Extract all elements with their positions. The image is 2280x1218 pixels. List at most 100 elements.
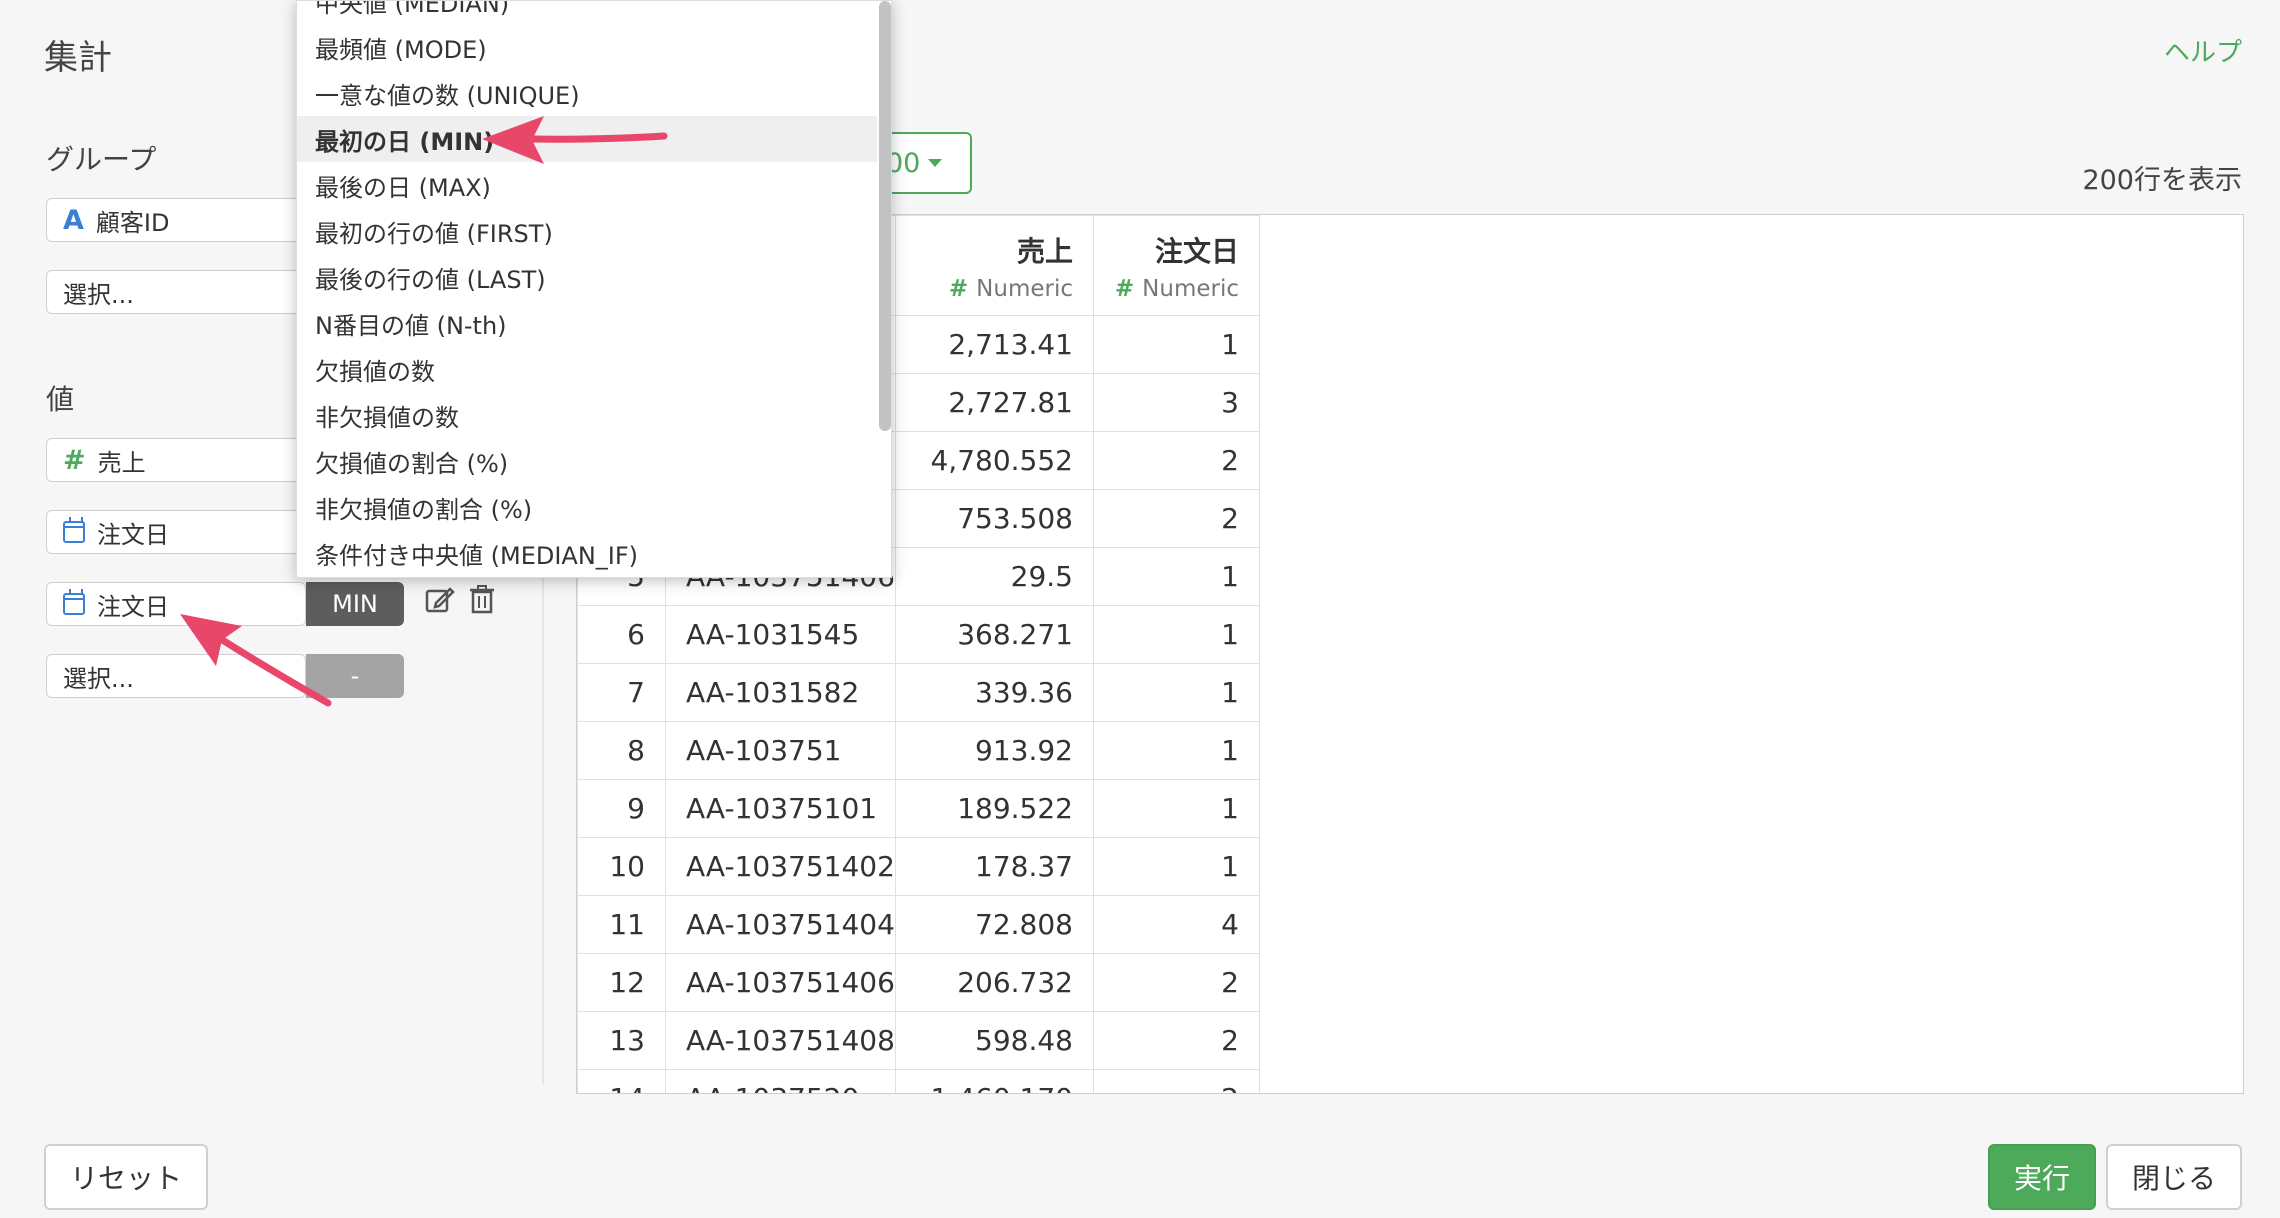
sales-cell: 913.92 (895, 721, 1094, 780)
order-date-cell: 1 (1093, 547, 1260, 606)
calendar-icon (63, 517, 85, 543)
sales-cell: 1,460.170 (895, 1069, 1094, 1093)
sales-cell: 598.48 (895, 1011, 1094, 1070)
customer-id-cell: AA-1037520 (665, 1069, 896, 1093)
order-date-cell: 4 (1093, 895, 1260, 954)
table-row: 8 AA-103751 913.92 1 (577, 721, 1260, 780)
menu-item[interactable]: 中央値 (MEDIAN) (297, 1, 877, 24)
order-date-cell: 1 (1093, 779, 1260, 838)
table-row: 11 AA-103751404 72.808 4 (577, 895, 1260, 954)
column-type-label: Numeric (976, 275, 1073, 302)
order-date-cell: 1 (1093, 721, 1260, 780)
customer-id-cell: AA-1031545 (665, 605, 896, 664)
table-row: 14AA-10375201,460.1702 (577, 1069, 1260, 1093)
group-field-select[interactable]: 選択... (46, 270, 306, 314)
hash-icon: # (1114, 275, 1135, 302)
menu-item[interactable]: 欠損値の数 (297, 346, 877, 392)
value-field-order-date[interactable]: 注文日 (46, 510, 306, 554)
table-row: 9 AA-10375101 189.522 1 (577, 779, 1260, 838)
customer-id-cell: AA-103751408 (665, 1011, 896, 1070)
header-order-date[interactable]: 注文日 # Numeric (1093, 215, 1260, 316)
run-button[interactable]: 実行 (1988, 1144, 2096, 1210)
aggregation-button-empty[interactable]: - (306, 654, 404, 698)
customer-id-cell: AA-10375101 (665, 779, 896, 838)
menu-item[interactable]: 一意な値の数 (UNIQUE) (297, 70, 877, 116)
aggregation-button[interactable]: MIN (306, 582, 404, 626)
menu-item[interactable]: 最後の行の値 (LAST) (297, 254, 877, 300)
row-count-label: 200行を表示 (2082, 165, 2242, 196)
row-number-cell: 12 (577, 953, 666, 1012)
order-date-cell: 2 (1093, 431, 1260, 490)
calendar-icon (63, 589, 85, 615)
menu-item[interactable]: 非欠損値の割合 (%) (297, 484, 877, 530)
order-date-cell: 2 (1093, 953, 1260, 1012)
customer-id-cell: AA-103751406 (665, 953, 896, 1012)
column-type: # Numeric (1094, 276, 1239, 302)
sales-cell: 206.732 (895, 953, 1094, 1012)
menu-item[interactable]: 条件付き中央値 (MEDIAN_IF) (297, 530, 877, 576)
hash-icon: # (948, 275, 969, 302)
trash-icon[interactable] (468, 584, 496, 623)
order-date-cell: 3 (1093, 373, 1260, 432)
order-date-cell: 1 (1093, 605, 1260, 664)
customer-id-cell: AA-103751404 (665, 895, 896, 954)
order-date-cell: 2 (1093, 489, 1260, 548)
order-date-cell: 2 (1093, 1011, 1260, 1070)
value-field-select[interactable]: 選択... (46, 654, 306, 698)
group-select-placeholder: 選択... (63, 280, 134, 309)
sales-cell: 4,780.552 (895, 431, 1094, 490)
group-section-label: グループ (46, 143, 157, 176)
row-number-cell: 9 (577, 779, 666, 838)
sales-cell: 2,727.81 (895, 373, 1094, 432)
row-number-cell: 14 (577, 1069, 666, 1093)
value-section-label: 値 (46, 383, 75, 416)
menu-item[interactable]: 最初の行の値 (FIRST) (297, 208, 877, 254)
group-field-label: 顧客ID (95, 208, 170, 237)
help-link[interactable]: ヘルプ (2164, 32, 2242, 69)
menu-item[interactable]: 最後の日 (MAX) (297, 162, 877, 208)
header-sales[interactable]: 売上 # Numeric (895, 215, 1094, 316)
order-date-cell: 1 (1093, 315, 1260, 374)
menu-item[interactable]: N番目の値 (N-th) (297, 300, 877, 346)
value-field-order-date-min[interactable]: 注文日 (46, 582, 306, 626)
column-name: 注文日 (1154, 234, 1239, 268)
value-field-sales[interactable]: # 売上 (46, 438, 306, 482)
order-date-cell: 1 (1093, 837, 1260, 896)
group-field-customer-id[interactable]: A 顧客ID (46, 198, 306, 242)
value-select-placeholder: 選択... (63, 664, 134, 693)
sales-cell: 753.508 (895, 489, 1094, 548)
menu-item[interactable]: 最頻値 (MODE) (297, 24, 877, 70)
column-type: # Numeric (896, 276, 1073, 302)
menu-item[interactable]: 非欠損値の数 (297, 392, 877, 438)
customer-id-cell: AA-103751 (665, 721, 896, 780)
table-row: 10 AA-103751402 178.37 1 (577, 837, 1260, 896)
dialog-title: 集計 (44, 38, 112, 78)
table-row: 13 AA-103751408 598.48 2 (577, 1011, 1260, 1070)
order-date-cell: 2 (1093, 1069, 1260, 1093)
row-number-cell: 6 (577, 605, 666, 664)
customer-id-cell: AA-1031582 (665, 663, 896, 722)
text-type-icon: A (63, 204, 84, 236)
column-type-label: Numeric (1142, 275, 1239, 302)
order-date-cell: 1 (1093, 663, 1260, 722)
customer-id-cell: AA-103751402 (665, 837, 896, 896)
edit-icon[interactable] (424, 584, 456, 623)
reset-button[interactable]: リセット (44, 1144, 208, 1210)
sales-cell: 72.808 (895, 895, 1094, 954)
menu-item[interactable]: 欠損値の割合 (%) (297, 438, 877, 484)
menu-item[interactable]: 最初の日 (MIN) (297, 116, 877, 162)
sales-cell: 339.36 (895, 663, 1094, 722)
value-field-label: 注文日 (97, 520, 169, 549)
sales-cell: 29.5 (895, 547, 1094, 606)
column-name: 売上 (1016, 234, 1073, 268)
row-number-cell: 7 (577, 663, 666, 722)
table-row: 12 AA-103751406 206.732 2 (577, 953, 1260, 1012)
row-number-cell: 8 (577, 721, 666, 780)
scrollbar[interactable] (879, 1, 891, 431)
table-row: 7 AA-1031582 339.36 1 (577, 663, 1260, 722)
value-field-label: 売上 (97, 448, 146, 477)
table-row: 6 AA-1031545 368.271 1 (577, 605, 1260, 664)
close-button[interactable]: 閉じる (2106, 1144, 2242, 1210)
hash-icon: # (63, 444, 86, 476)
caret-down-icon (928, 159, 943, 167)
